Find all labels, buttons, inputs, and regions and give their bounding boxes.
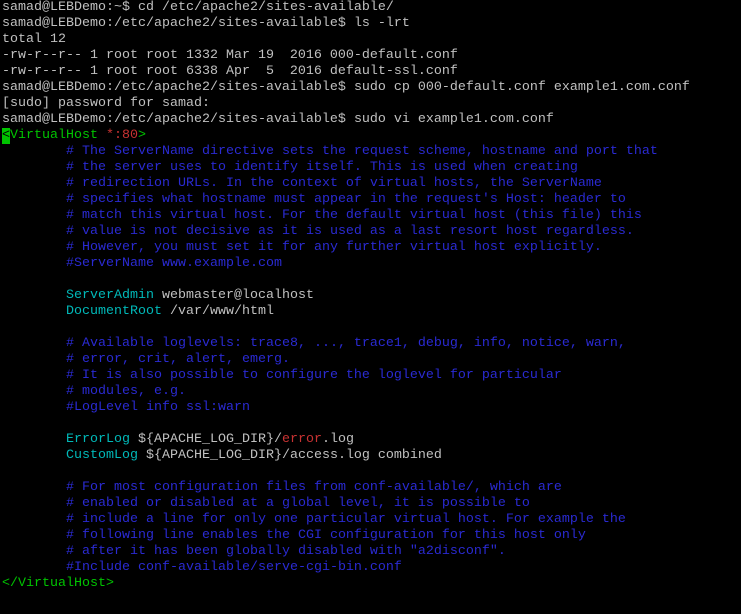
- comment-line: # It is also possible to configure the l…: [66, 368, 562, 383]
- vhost-open-tag: <VirtualHost *:80>: [2, 128, 741, 144]
- commented-loglevel: #LogLevel info ssl:warn: [66, 400, 250, 415]
- command-text: sudo cp 000-default.conf example1.com.co…: [353, 80, 690, 95]
- prompt: samad@LEBDemo:/etc/apache2/sites-availab…: [2, 112, 346, 127]
- error-log-line: ErrorLog ${APACHE_LOG_DIR}/error.log: [2, 432, 741, 448]
- directive-value-suffix: .log: [321, 432, 354, 447]
- document-root-line: DocumentRoot/var/www/html: [2, 304, 741, 320]
- directive-value: ${APACHE_LOG_DIR}/: [138, 432, 282, 447]
- directive-name: ErrorLog: [66, 432, 130, 447]
- comment-line: # specifies what hostname must appear in…: [66, 192, 626, 207]
- directive-value: webmaster@localhost: [161, 288, 314, 303]
- comment-line: # For most configuration files from conf…: [66, 480, 562, 495]
- commented-include: #Include conf-available/serve-cgi-bin.co…: [66, 560, 402, 575]
- comment-line: # the server uses to identify itself. Th…: [66, 160, 578, 175]
- comment-line: # match this virtual host. For the defau…: [66, 208, 642, 223]
- shell-line: samad@LEBDemo:/etc/apache2/sites-availab…: [2, 112, 741, 128]
- comment-line: # after it has been globally disabled wi…: [66, 544, 506, 559]
- tag-address: *:80: [105, 128, 138, 143]
- comment-line: # modules, e.g.: [66, 384, 186, 399]
- command-text: sudo vi example1.com.conf: [353, 112, 554, 127]
- prompt: samad@LEBDemo:/etc/apache2/sites-availab…: [2, 16, 346, 31]
- output-line: -rw-r--r-- 1 root root 1332 Mar 19 2016 …: [2, 48, 458, 63]
- directive-value-keyword: error: [281, 432, 322, 447]
- comment-line: # enabled or disabled at a global level,…: [66, 496, 530, 511]
- tag-close-bracket: >: [137, 128, 146, 143]
- text-cursor: <: [2, 128, 10, 144]
- comment-line: # The ServerName directive sets the requ…: [66, 144, 658, 159]
- prompt: samad@LEBDemo:~$: [2, 0, 130, 15]
- comment-line: # error, crit, alert, emerg.: [66, 352, 290, 367]
- shell-line: samad@LEBDemo:/etc/apache2/sites-availab…: [2, 16, 741, 32]
- directive-name: CustomLog: [66, 448, 138, 463]
- server-admin-line: ServerAdmin webmaster@localhost: [2, 288, 741, 304]
- directive-value: ${APACHE_LOG_DIR}/access.log combined: [145, 448, 442, 463]
- directive-name: DocumentRoot: [66, 304, 162, 319]
- tag-name: VirtualHost: [10, 128, 98, 143]
- comment-line: # However, you must set it for any furth…: [66, 240, 602, 255]
- output-line: [sudo] password for samad:: [2, 96, 210, 111]
- comment-line: # redirection URLs. In the context of vi…: [66, 176, 602, 191]
- custom-log-line: CustomLog ${APACHE_LOG_DIR}/access.log co…: [2, 448, 741, 464]
- directive-value: /var/www/html: [169, 304, 274, 319]
- comment-line: # Available loglevels: trace8, ..., trac…: [66, 336, 626, 351]
- output-line: -rw-r--r-- 1 root root 6338 Apr 5 2016 d…: [2, 64, 458, 79]
- command-text: ls -lrt: [353, 16, 410, 31]
- vhost-close-tag: </VirtualHost>: [2, 576, 114, 591]
- shell-line: samad@LEBDemo:~$ cd /etc/apache2/sites-av…: [2, 0, 741, 16]
- prompt: samad@LEBDemo:/etc/apache2/sites-availab…: [2, 80, 346, 95]
- terminal-window[interactable]: samad@LEBDemo:~$ cd /etc/apache2/sites-av…: [0, 0, 741, 614]
- command-text: cd /etc/apache2/sites-available/: [137, 0, 394, 15]
- comment-line: # value is not decisive as it is used as…: [66, 224, 634, 239]
- directive-name: ServerAdmin: [66, 288, 154, 303]
- comment-line: # include a line for only one particular…: [66, 512, 626, 527]
- commented-servername: #ServerName www.example.com: [66, 256, 282, 271]
- shell-line: samad@LEBDemo:/etc/apache2/sites-availab…: [2, 80, 741, 96]
- output-line: total 12: [2, 32, 66, 47]
- comment-line: # following line enables the CGI configu…: [66, 528, 586, 543]
